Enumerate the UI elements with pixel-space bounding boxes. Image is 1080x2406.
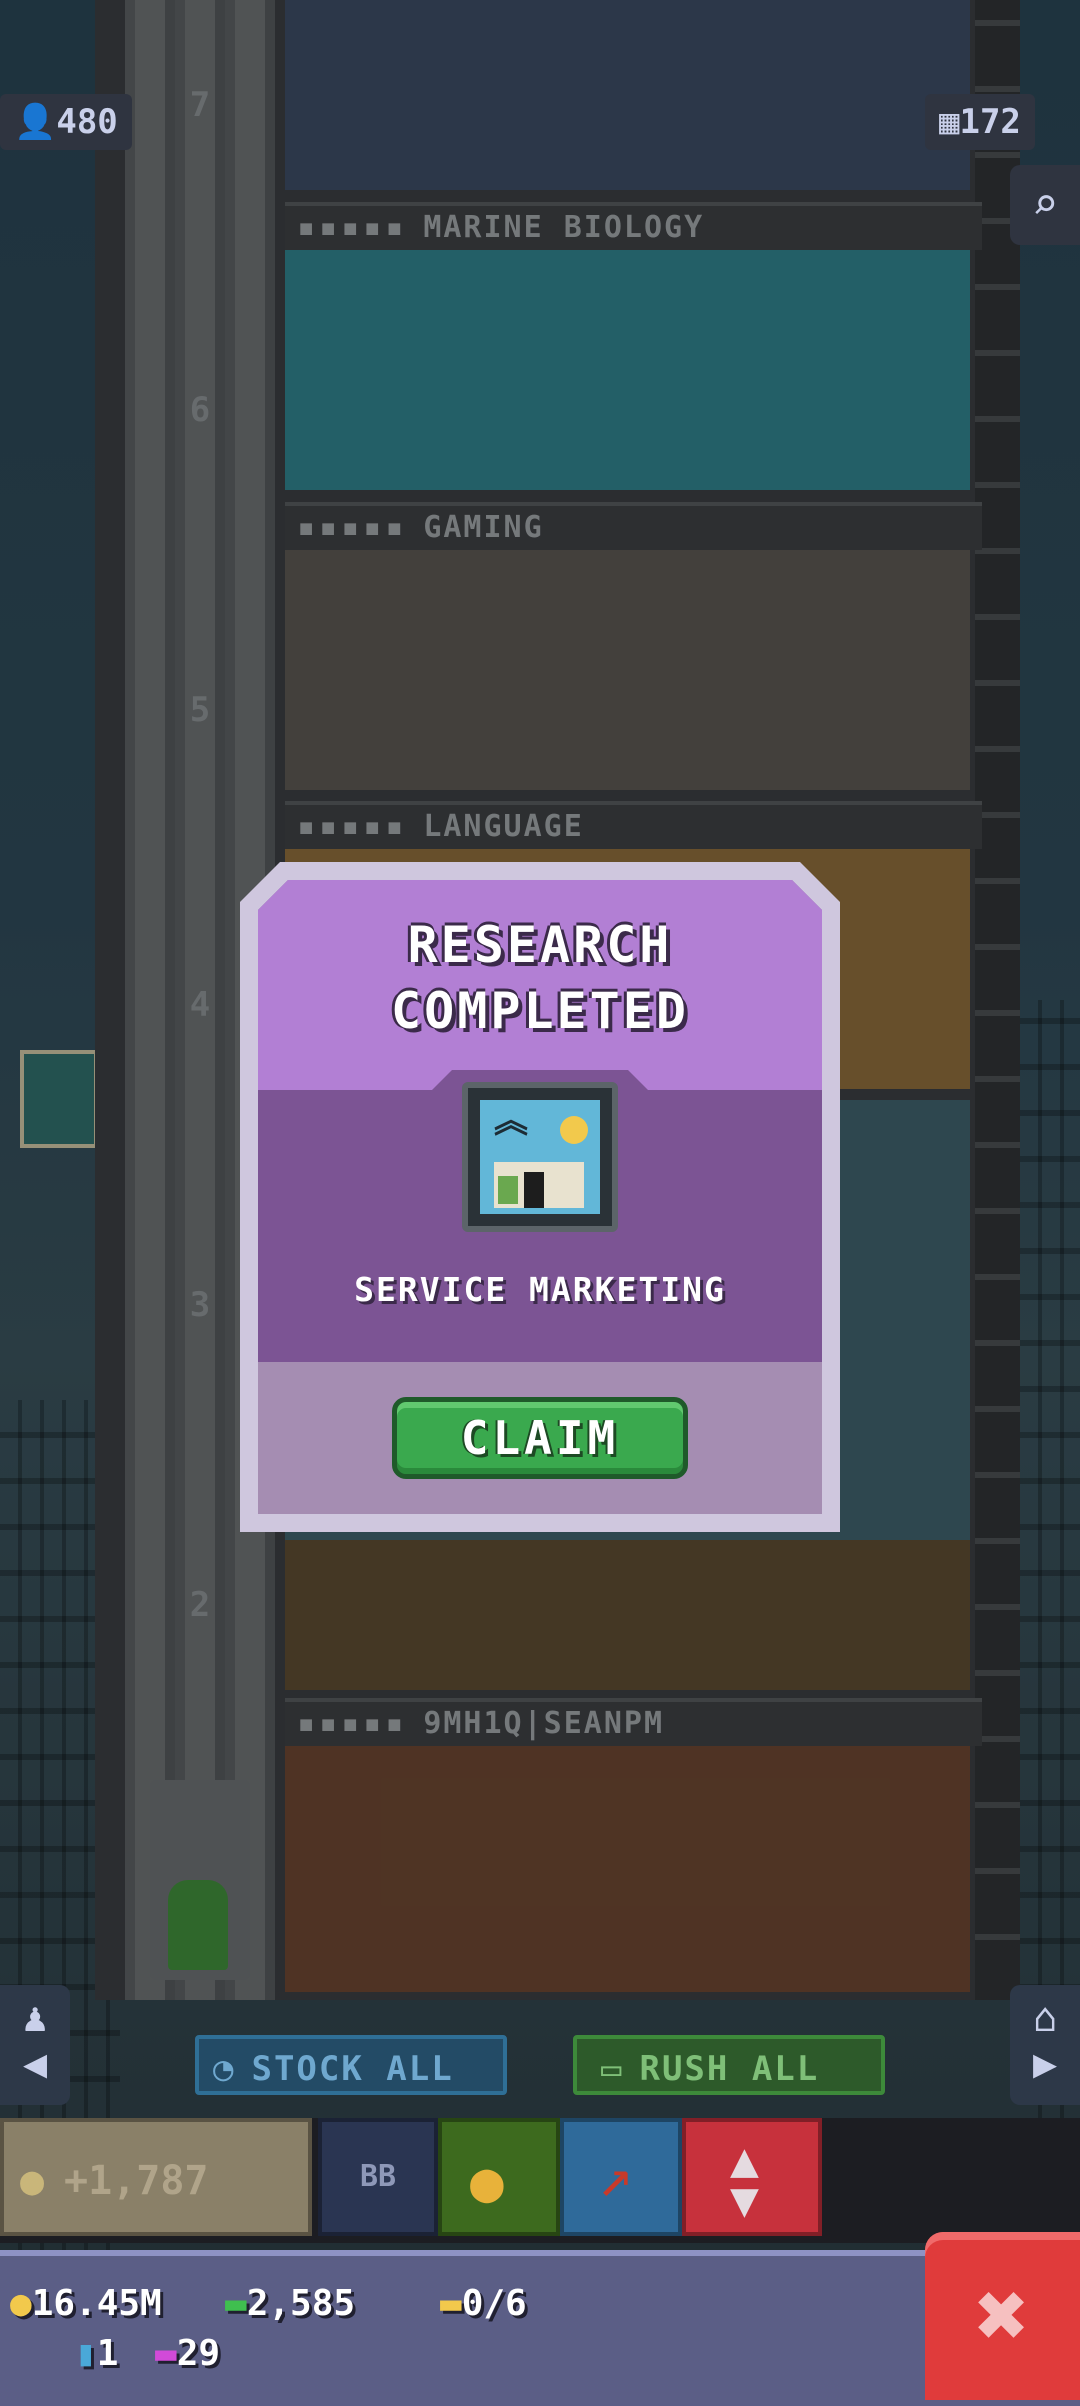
golden-tickets-value: 0/6	[461, 2283, 527, 2324]
keys-resource[interactable]: ▮1	[75, 2333, 118, 2374]
claim-label: CLAIM	[460, 1411, 620, 1465]
coins-value: 16.45M	[31, 2283, 162, 2324]
floors-badge[interactable]: ▦172	[925, 94, 1035, 150]
close-icon: ✖	[975, 2263, 1030, 2368]
icon-scene: ︽	[480, 1100, 600, 1214]
coin-icon: ●	[10, 2283, 32, 2324]
coins-resource[interactable]: ●16.45M	[10, 2283, 162, 2324]
rush-all-label: RUSH ALL	[639, 2049, 820, 2089]
bux-resource[interactable]: ▬2,585	[225, 2283, 355, 2324]
chevron-up-icon: ︽	[494, 1101, 528, 1141]
close-button[interactable]: ✖	[925, 2232, 1080, 2400]
key-icon: ▮	[75, 2333, 97, 2374]
building-icon: ▦	[939, 102, 960, 142]
coins-pending-label: +1,787	[64, 2158, 209, 2204]
population-badge[interactable]: 👤480	[0, 94, 132, 150]
population-count: 480	[56, 102, 118, 142]
arrow-right-icon: ▶	[1032, 2041, 1058, 2087]
storefront-icon	[494, 1162, 584, 1208]
keys-value: 1	[96, 2333, 119, 2374]
clock-icon: ◔	[213, 2049, 236, 2089]
bitizen-icon: ♟	[22, 1995, 48, 2041]
left-nav-button[interactable]: ♟ ◀	[0, 1985, 70, 2105]
dialog-title: RESEARCH COMPLETED	[258, 912, 822, 1044]
golden-tickets-resource[interactable]: ▬0/6	[440, 2283, 527, 2324]
dialog-title-line2: COMPLETED	[391, 982, 689, 1040]
rush-all-button[interactable]: ▭ RUSH ALL	[573, 2035, 885, 2095]
bux-value: 2,585	[246, 2283, 356, 2324]
vip-resource[interactable]: ▬29	[155, 2333, 220, 2374]
build-button[interactable]: ↗	[560, 2118, 682, 2236]
research-completed-dialog: RESEARCH COMPLETED ︽ SERVICE MARKETING C…	[240, 862, 840, 1532]
vip-ticket-icon: ▬	[155, 2333, 177, 2374]
bux-icon: ▬	[225, 2283, 247, 2324]
sun-icon	[560, 1116, 588, 1144]
home-icon: ⌂	[1032, 1995, 1058, 2041]
population-icon: 👤	[14, 102, 57, 142]
research-name: SERVICE MARKETING	[354, 1270, 726, 1309]
search-icon[interactable]: ⌕	[1010, 165, 1080, 245]
stock-all-label: STOCK ALL	[251, 2049, 454, 2089]
elevator-button[interactable]: ▲ ▼	[682, 2118, 822, 2236]
resource-bar	[0, 2250, 1080, 2406]
hammer-icon: ↗	[598, 2142, 633, 2210]
stock-all-button[interactable]: ◔ STOCK ALL	[195, 2035, 507, 2095]
bux-icon: ▭	[601, 2049, 624, 2089]
coin-icon: ●	[20, 2158, 45, 2204]
collect-coins-button[interactable]: ● +1,787	[0, 2118, 312, 2236]
claim-button[interactable]: CLAIM	[392, 1397, 688, 1479]
dialog-title-line1: RESEARCH	[407, 916, 673, 974]
vip-value: 29	[176, 2333, 221, 2374]
service-marketing-icon: ︽	[462, 1082, 618, 1232]
floors-count: 172	[959, 102, 1021, 142]
up-down-arrows-icon: ▲ ▼	[730, 2132, 759, 2228]
bitbook-button[interactable]: BB	[318, 2118, 438, 2236]
golden-ticket-icon: ▬	[440, 2283, 462, 2324]
right-nav-button[interactable]: ⌂ ▶	[1010, 1985, 1080, 2105]
bitbook-label: BB	[359, 2159, 397, 2194]
arrow-left-icon: ◀	[22, 2041, 48, 2087]
coins-stack-icon: ●	[470, 2150, 504, 2215]
coins-shop-button[interactable]: ●	[438, 2118, 560, 2236]
